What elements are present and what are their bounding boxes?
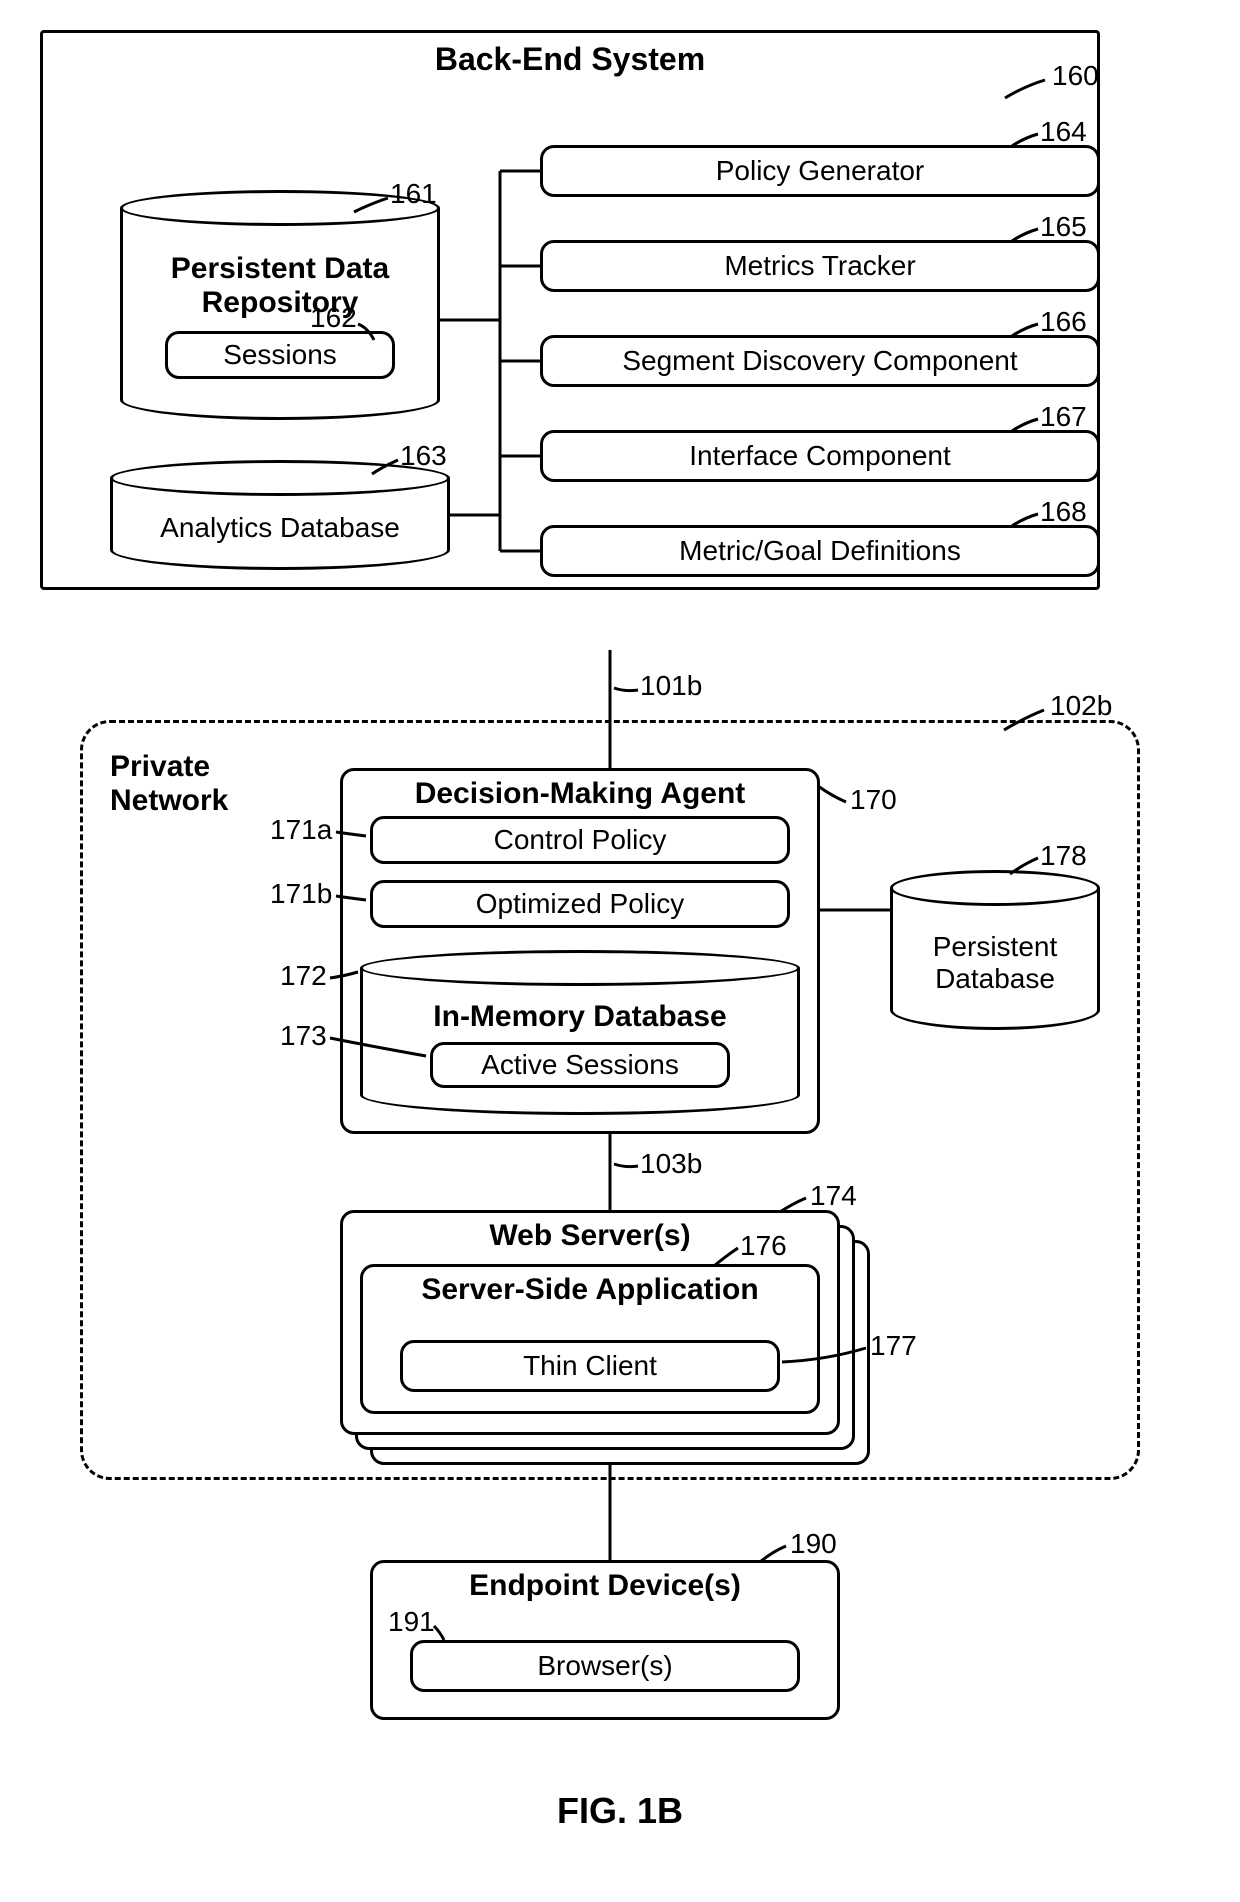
interface-component-box: Interface Component <box>540 430 1100 482</box>
ref-160: 160 <box>1052 60 1099 92</box>
ref-165: 165 <box>1040 211 1087 243</box>
browsers-box: Browser(s) <box>410 1640 800 1692</box>
ref-171b: 171b <box>270 878 332 910</box>
ref-161: 161 <box>390 178 437 210</box>
ref-178: 178 <box>1040 840 1087 872</box>
policy-generator-label: Policy Generator <box>716 155 925 187</box>
thin-client-label: Thin Client <box>523 1350 657 1382</box>
persistent-db-label: Persistent Database <box>933 931 1058 995</box>
in-memory-db-title: In-Memory Database <box>433 1000 726 1034</box>
ref-166: 166 <box>1040 306 1087 338</box>
server-side-app-title: Server-Side Application <box>363 1273 817 1307</box>
ref-191: 191 <box>388 1606 435 1638</box>
metrics-tracker-label: Metrics Tracker <box>724 250 915 282</box>
optimized-policy-label: Optimized Policy <box>476 888 685 920</box>
active-sessions-label: Active Sessions <box>481 1049 679 1081</box>
agent-title: Decision-Making Agent <box>343 777 817 811</box>
backend-title: Back-End System <box>43 41 1097 78</box>
ref-103b: 103b <box>640 1148 702 1180</box>
ref-171a: 171a <box>270 814 332 846</box>
ref-162: 162 <box>310 302 357 334</box>
analytics-database: Analytics Database <box>110 460 450 570</box>
control-policy-label: Control Policy <box>494 824 667 856</box>
segment-discovery-box: Segment Discovery Component <box>540 335 1100 387</box>
ref-177: 177 <box>870 1330 917 1362</box>
endpoint-title: Endpoint Device(s) <box>373 1569 837 1603</box>
ref-172: 172 <box>280 960 327 992</box>
browsers-label: Browser(s) <box>537 1650 672 1682</box>
sessions-box: Sessions <box>165 331 395 379</box>
metrics-tracker-box: Metrics Tracker <box>540 240 1100 292</box>
persistent-database: Persistent Database <box>890 870 1100 1030</box>
segment-discovery-label: Segment Discovery Component <box>622 345 1017 377</box>
ref-163: 163 <box>400 440 447 472</box>
interface-component-label: Interface Component <box>689 440 951 472</box>
ref-170: 170 <box>850 784 897 816</box>
analytics-db-label: Analytics Database <box>160 512 400 544</box>
control-policy-box: Control Policy <box>370 816 790 864</box>
ref-168: 168 <box>1040 496 1087 528</box>
ref-173: 173 <box>280 1020 327 1052</box>
figure-label: FIG. 1B <box>40 1790 1200 1832</box>
thin-client-box: Thin Client <box>400 1340 780 1392</box>
diagram-canvas: 100b Back-End System 160 Persistent Data… <box>40 30 1200 1850</box>
ref-190: 190 <box>790 1528 837 1560</box>
metric-goal-box: Metric/Goal Definitions <box>540 525 1100 577</box>
private-network-title: Private Network <box>110 750 228 818</box>
ref-176: 176 <box>740 1230 787 1262</box>
optimized-policy-box: Optimized Policy <box>370 880 790 928</box>
persistent-data-repository: Persistent Data Repository Sessions <box>120 190 440 420</box>
policy-generator-box: Policy Generator <box>540 145 1100 197</box>
in-memory-database: In-Memory Database Active Sessions <box>360 950 800 1115</box>
ref-164: 164 <box>1040 116 1087 148</box>
ref-102b: 102b <box>1050 690 1112 722</box>
metric-goal-label: Metric/Goal Definitions <box>679 535 961 567</box>
ref-174: 174 <box>810 1180 857 1212</box>
sessions-label: Sessions <box>223 339 337 371</box>
ref-167: 167 <box>1040 401 1087 433</box>
active-sessions-box: Active Sessions <box>430 1042 730 1088</box>
ref-101b: 101b <box>640 670 702 702</box>
